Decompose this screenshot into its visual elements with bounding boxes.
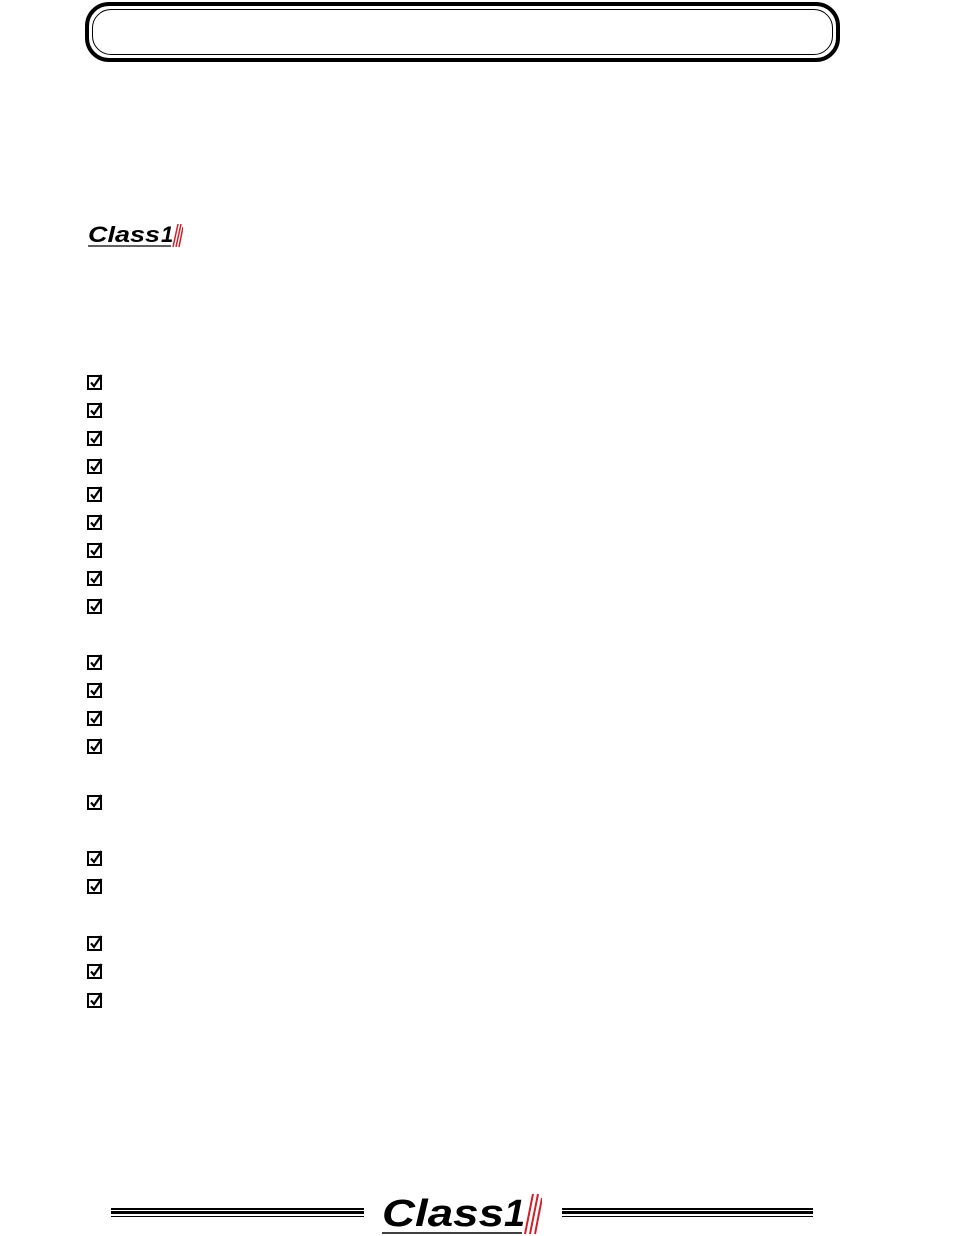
checklist-checkbox[interactable] [87,402,103,418]
checkbox-checked-icon [87,486,103,502]
footer-logo-numeral: 1 [504,1193,525,1235]
checkbox-checked-icon [87,654,103,670]
checklist-checkbox[interactable] [87,878,103,894]
checklist-checkbox[interactable] [87,935,103,951]
checklist-checkbox[interactable] [87,570,103,586]
checklist-checkbox[interactable] [87,430,103,446]
checkbox-checked-icon [87,598,103,614]
footer-logo-stripes [524,1193,542,1235]
checkbox-checked-icon [87,935,103,951]
logo-wordmark: Class [88,222,160,247]
checkbox-checked-icon [87,374,103,390]
checkbox-checked-icon [87,992,103,1008]
class1-logo: Class 1 [87,221,183,249]
checklist-checkbox[interactable] [87,486,103,502]
checkbox-checked-icon [87,542,103,558]
logo-numeral: 1 [161,222,173,247]
checkbox-checked-icon [87,738,103,754]
checklist-checkbox[interactable] [87,710,103,726]
footer-class1-logo: Class 1 [380,1192,542,1236]
checkbox-checked-icon [87,963,103,979]
title-frame [85,2,840,62]
checklist-checkbox[interactable] [87,458,103,474]
checklist-checkbox[interactable] [87,850,103,866]
checkbox-checked-icon [87,878,103,894]
checklist-checkbox[interactable] [87,794,103,810]
footer-logo-wordmark: Class [382,1193,504,1235]
footer-rule-left [111,1208,364,1217]
checkbox-checked-icon [87,570,103,586]
checklist-checkbox[interactable] [87,542,103,558]
checkbox-checked-icon [87,710,103,726]
logo-stripes [172,223,183,248]
checkbox-checked-icon [87,402,103,418]
checkbox-checked-icon [87,794,103,810]
checklist-checkbox[interactable] [87,654,103,670]
checkbox-checked-icon [87,458,103,474]
checklist-checkbox[interactable] [87,738,103,754]
checkbox-checked-icon [87,430,103,446]
checklist-checkbox[interactable] [87,598,103,614]
footer-rule-right [562,1208,813,1217]
checkbox-checked-icon [87,850,103,866]
checklist-checkbox[interactable] [87,374,103,390]
checkbox-checked-icon [87,514,103,530]
title-frame-inner-border [92,9,833,55]
checklist-checkbox[interactable] [87,514,103,530]
checklist-checkbox[interactable] [87,992,103,1008]
checklist-checkbox[interactable] [87,682,103,698]
checkbox-checked-icon [87,682,103,698]
checklist-checkbox[interactable] [87,963,103,979]
